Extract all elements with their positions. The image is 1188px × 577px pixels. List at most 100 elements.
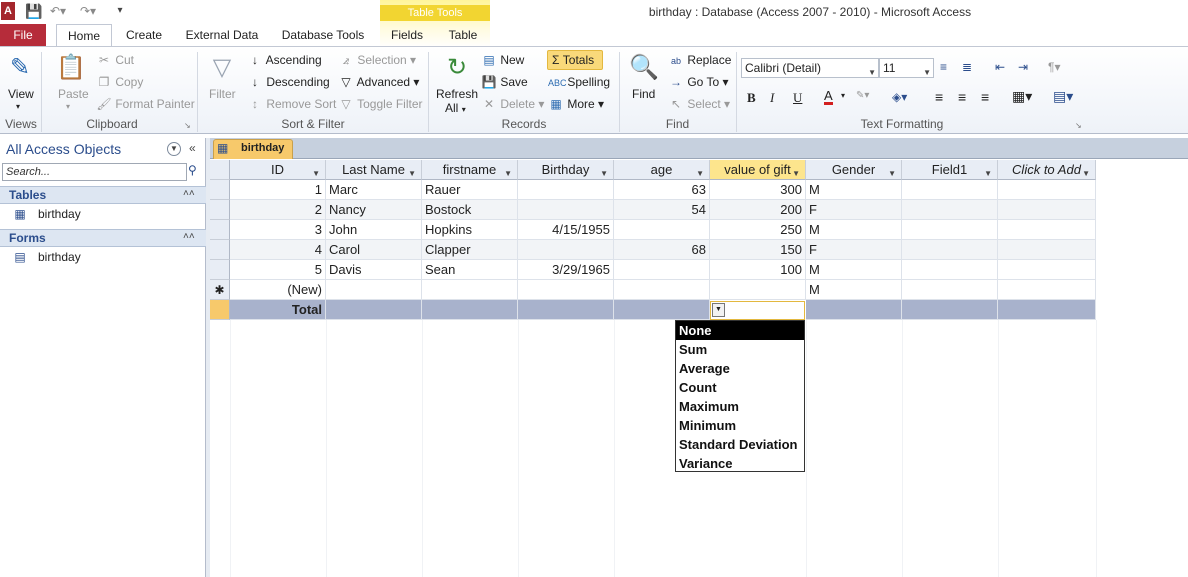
total-cell[interactable] — [998, 300, 1096, 320]
new-row-cell[interactable] — [902, 280, 998, 300]
tab-fields[interactable]: Fields — [384, 24, 430, 46]
filter-button[interactable]: Filter — [209, 87, 236, 101]
total-cell[interactable] — [806, 300, 902, 320]
advanced-button[interactable]: ▽ Advanced ▾ — [338, 75, 419, 89]
cell-firstname[interactable]: Bostock — [422, 200, 518, 220]
totals-option-minimum[interactable]: Minimum — [676, 416, 804, 435]
cell-gender[interactable]: M — [806, 180, 902, 200]
delete-record-button[interactable]: ✕ Delete ▾ — [481, 97, 544, 111]
record-selector[interactable] — [210, 260, 230, 280]
cell-birthday[interactable]: 3/29/1965 — [518, 260, 614, 280]
cell-field1[interactable] — [902, 200, 998, 220]
nav-group-forms[interactable]: Forms ˄˄ — [0, 229, 206, 247]
paragraph-direction-icon[interactable]: ¶▾ — [1048, 60, 1060, 74]
tab-external-data[interactable]: External Data — [180, 24, 264, 46]
cell-id[interactable]: 3 — [230, 220, 326, 240]
text-formatting-launcher-icon[interactable]: ↘ — [1075, 121, 1082, 130]
cell-value-of-gift[interactable]: 200 — [710, 200, 806, 220]
record-selector[interactable] — [210, 220, 230, 240]
cell-field1[interactable] — [902, 240, 998, 260]
column-header-field1[interactable]: Field1 ▼ — [902, 160, 998, 180]
cell-id[interactable]: 1 — [230, 180, 326, 200]
total-row-selector[interactable] — [210, 300, 230, 320]
tab-home[interactable]: Home — [56, 24, 112, 46]
record-selector[interactable] — [210, 200, 230, 220]
align-left-icon[interactable]: ≡ — [935, 89, 943, 105]
font-name-select[interactable]: Calibri (Detail) ▼ — [741, 58, 879, 78]
column-header-firstname[interactable]: firstname ▼ — [422, 160, 518, 180]
column-header-birthday[interactable]: Birthday ▼ — [518, 160, 614, 180]
cell-last-name[interactable]: Carol — [326, 240, 422, 260]
font-size-select[interactable]: 11 ▼ — [879, 58, 934, 78]
record-selector[interactable] — [210, 240, 230, 260]
format-painter-button[interactable]: 🖌 Format Painter — [96, 97, 194, 111]
column-header-gender[interactable]: Gender ▼ — [806, 160, 902, 180]
refresh-all-label[interactable]: All ▾ — [445, 101, 466, 115]
remove-sort-button[interactable]: ↕ Remove Sort — [247, 97, 336, 111]
cell-click-to-add[interactable] — [998, 200, 1096, 220]
alternate-row-color-icon[interactable]: ▤▾ — [1053, 88, 1073, 105]
cell-birthday[interactable] — [518, 200, 614, 220]
new-record-selector[interactable]: ✱ — [210, 280, 230, 300]
totals-option-count[interactable]: Count — [676, 378, 804, 397]
totals-option-variance[interactable]: Variance — [676, 454, 804, 473]
nav-collapse-icon[interactable]: « — [189, 141, 196, 155]
search-icon[interactable]: ⚲ — [188, 163, 197, 177]
cell-firstname[interactable]: Rauer — [422, 180, 518, 200]
cell-age[interactable] — [614, 260, 710, 280]
refresh-all-button[interactable]: Refresh — [436, 87, 478, 101]
total-cell[interactable] — [614, 300, 710, 320]
goto-button[interactable]: → Go To ▾ — [668, 75, 729, 89]
new-record-button[interactable]: ▤ New — [481, 53, 524, 67]
total-cell[interactable] — [422, 300, 518, 320]
total-cell[interactable] — [902, 300, 998, 320]
customize-qat-icon[interactable]: ▾ — [112, 3, 128, 19]
cell-firstname[interactable]: Hopkins — [422, 220, 518, 240]
cell-last-name[interactable]: Davis — [326, 260, 422, 280]
cell-id[interactable]: 2 — [230, 200, 326, 220]
align-right-icon[interactable]: ≡ — [981, 89, 989, 105]
cell-value-of-gift[interactable]: 250 — [710, 220, 806, 240]
paste-dropdown-icon[interactable]: ▾ — [66, 102, 70, 111]
tab-file[interactable]: File — [0, 24, 46, 46]
cell-id[interactable]: 4 — [230, 240, 326, 260]
copy-button[interactable]: ❐ Copy — [96, 75, 144, 89]
totals-option-average[interactable]: Average — [676, 359, 804, 378]
cell-last-name[interactable]: John — [326, 220, 422, 240]
column-header-click-to-add[interactable]: Click to Add ▼ — [998, 160, 1096, 180]
cell-age[interactable]: 63 — [614, 180, 710, 200]
cell-click-to-add[interactable] — [998, 240, 1096, 260]
nav-search-input[interactable]: Search... — [2, 163, 187, 181]
replace-button[interactable]: ab Replace — [668, 53, 731, 67]
select-all-corner[interactable] — [210, 160, 230, 180]
redo-icon[interactable]: ↷▾ — [80, 3, 96, 19]
underline-button[interactable]: U — [793, 90, 802, 106]
cell-field1[interactable] — [902, 180, 998, 200]
toggle-filter-button[interactable]: ▽ Toggle Filter — [338, 97, 422, 111]
fill-color-icon[interactable]: ◈▾ — [892, 90, 907, 104]
cell-last-name[interactable]: Marc — [326, 180, 422, 200]
clipboard-launcher-icon[interactable]: ↘ — [184, 121, 191, 130]
nav-item-birthday-table[interactable]: ▦ birthday — [12, 207, 80, 221]
cell-last-name[interactable]: Nancy — [326, 200, 422, 220]
new-row-cell[interactable] — [998, 280, 1096, 300]
new-row-cell[interactable] — [326, 280, 422, 300]
paste-button[interactable]: Paste — [58, 87, 89, 101]
nav-item-birthday-form[interactable]: ▤ birthday — [12, 250, 80, 264]
column-header-value-of-gift[interactable]: value of gift ▼ — [710, 160, 806, 180]
tab-table[interactable]: Table — [440, 24, 486, 46]
view-button[interactable]: View — [8, 87, 34, 101]
cell-firstname[interactable]: Clapper — [422, 240, 518, 260]
cell-gender[interactable]: F — [806, 200, 902, 220]
cell-click-to-add[interactable] — [998, 180, 1096, 200]
ascending-button[interactable]: ↓ Ascending — [247, 53, 322, 67]
totals-option-none[interactable]: None — [676, 321, 804, 340]
totals-option-standard-deviation[interactable]: Standard Deviation — [676, 435, 804, 454]
gridlines-icon[interactable]: ▦▾ — [1012, 88, 1032, 105]
combo-dropdown-icon[interactable]: ▼ — [712, 303, 725, 317]
cell-click-to-add[interactable] — [998, 260, 1096, 280]
cell-age[interactable]: 54 — [614, 200, 710, 220]
find-button[interactable]: Find — [632, 87, 655, 101]
decrease-indent-icon[interactable]: ⇤ — [995, 60, 1005, 74]
bold-button[interactable]: B — [747, 90, 756, 106]
